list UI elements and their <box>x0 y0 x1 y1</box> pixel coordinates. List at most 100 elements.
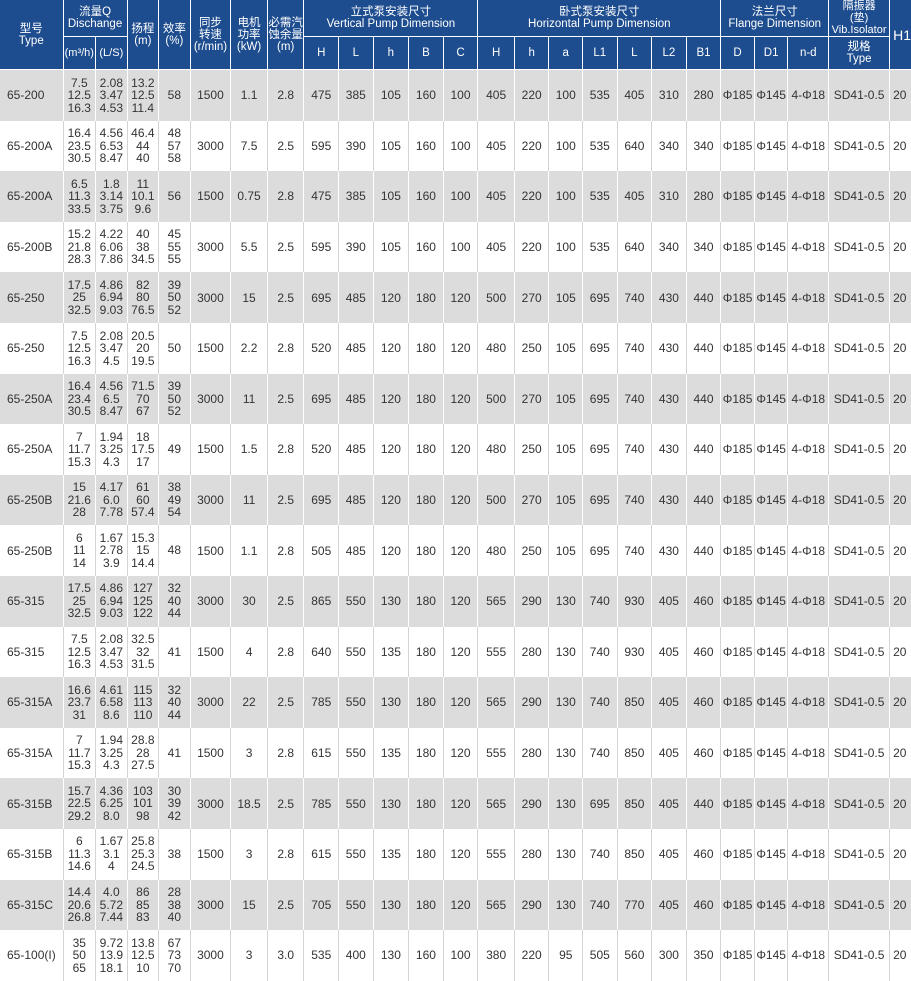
efficiency-cell: 39 50 52 <box>158 373 191 425</box>
flow-m3h-cell: 16.4 23.4 30.5 <box>63 373 97 425</box>
efficiency-cell: 56 <box>158 171 191 222</box>
npsh-cell: 2.8 <box>267 727 305 779</box>
vertical-dim-cell: 120 <box>373 322 410 374</box>
horizontal-dim-cell: 250 <box>514 322 550 374</box>
horizontal-dim-cell: 100 <box>548 69 584 121</box>
horizontal-dim-cell: 280 <box>514 626 550 678</box>
table-row: 65-315B 6 11.3 14.6 1.67 3.1 4 25.8 25.3 24… <box>0 828 911 880</box>
horizontal-dim-cell: 695 <box>582 474 618 526</box>
npsh-cell: 2.8 <box>267 171 305 222</box>
pump-type-cell: 65-200A <box>0 120 64 172</box>
h1-cell: 20 <box>889 575 911 627</box>
vertical-dim-cell: 550 <box>338 626 374 678</box>
pump-spec-table: 型号 Type 流量Q Dischange 扬程 (m) 效率 (%) 同步 转… <box>0 0 911 981</box>
horizontal-dim-cell: 405 <box>617 171 653 222</box>
power-cell: 4 <box>230 626 268 678</box>
horizontal-dim-cell: 695 <box>582 373 618 425</box>
flow-m3h-cell: 7.5 12.5 16.3 <box>63 626 97 678</box>
power-cell: 2.2 <box>230 322 268 374</box>
npsh-cell: 2.8 <box>267 626 305 678</box>
h1-cell: 20 <box>889 626 911 678</box>
table-row: 65-250A 7 11.7 15.3 1.94 3.25 4.3 18 17.5 1… <box>0 424 911 475</box>
table-row: 65-200 7.5 12.5 16.3 2.08 3.47 4.53 13.2 12… <box>0 69 911 121</box>
flow-ls-cell: 4.17 6.0 7.78 <box>95 474 128 526</box>
horizontal-dim-cell: 130 <box>548 626 584 678</box>
flow-ls-cell: 4.36 6.25 8.0 <box>95 778 128 829</box>
speed-cell: 3000 <box>190 272 232 323</box>
flange-dim-cell: Φ185 <box>720 677 755 728</box>
vertical-dim-cell: 120 <box>443 373 479 425</box>
flange-dim-cell: Φ145 <box>754 828 789 880</box>
vertical-dim-cell: 120 <box>443 626 479 678</box>
flow-ls-cell: 4.61 6.58 8.6 <box>95 677 128 728</box>
flange-dim-cell: Φ145 <box>754 120 789 172</box>
horizontal-dim-cell: 105 <box>548 322 584 374</box>
vertical-col-header: C <box>443 36 479 70</box>
horizontal-dim-cell: 405 <box>477 171 515 222</box>
speed-cell: 3000 <box>190 373 232 425</box>
efficiency-cell: 50 <box>158 322 191 374</box>
horizontal-dim-cell: 850 <box>617 677 653 728</box>
vertical-dim-cell: 120 <box>443 474 479 526</box>
speed-cell: 1500 <box>190 828 232 880</box>
head-cell: 15.3 15 14.4 <box>127 525 160 576</box>
horizontal-dim-cell: 220 <box>514 120 550 172</box>
table-row: 65-315A 7 11.7 15.3 1.94 3.25 4.3 28.8 28 2… <box>0 727 911 779</box>
vertical-dim-cell: 120 <box>443 322 479 374</box>
flange-dim-cell: 4-Φ18 <box>787 575 830 627</box>
flow-ls-cell: 2.08 3.47 4.5 <box>95 322 128 374</box>
flange-dim-cell: Φ185 <box>720 322 755 374</box>
vertical-dim-cell: 120 <box>443 272 479 323</box>
flow-ls-cell: 4.56 6.53 8.47 <box>95 120 128 172</box>
flange-dim-cell: Φ185 <box>720 575 755 627</box>
flow-ls-cell: 1.67 2.78 3.9 <box>95 525 128 576</box>
vertical-dim-cell: 550 <box>338 575 374 627</box>
h1-cell: 20 <box>889 474 911 526</box>
pump-type-cell: 65-315 <box>0 575 64 627</box>
horizontal-dim-cell: 105 <box>548 272 584 323</box>
horizontal-dim-cell: 930 <box>617 626 653 678</box>
h1-cell: 20 <box>889 828 911 880</box>
power-cell: 5.5 <box>230 221 268 273</box>
pump-type-cell: 65-250B <box>0 525 64 576</box>
pump-type-cell: 65-200A <box>0 171 64 222</box>
horizontal-dim-cell: 350 <box>686 930 722 981</box>
horizontal-dim-cell: 220 <box>514 930 550 981</box>
horizontal-dim-cell: 500 <box>477 272 515 323</box>
flange-dim-cell: Φ145 <box>754 424 789 475</box>
flange-dim-cell: Φ185 <box>720 474 755 526</box>
isolator-type-cell: SD41-0.5 <box>828 828 891 880</box>
horizontal-col-header: B1 <box>686 36 722 70</box>
vertical-dim-cell: 160 <box>408 120 444 172</box>
vertical-dim-cell: 180 <box>408 272 444 323</box>
pump-type-cell: 65-315 <box>0 626 64 678</box>
horizontal-dim-cell: 535 <box>582 171 618 222</box>
col-npsh-header: 必需汽 蚀余量 (m) <box>267 0 305 70</box>
table-row: 65-250 7.5 12.5 16.3 2.08 3.47 4.5 20.5 20 … <box>0 322 911 374</box>
vertical-dim-cell: 615 <box>303 727 340 779</box>
horizontal-dim-cell: 480 <box>477 424 515 475</box>
horizontal-dim-cell: 555 <box>477 828 515 880</box>
h1-cell: 20 <box>889 171 911 222</box>
horizontal-dim-cell: 405 <box>651 727 687 779</box>
flow-m3h-cell: 7.5 12.5 16.3 <box>63 322 97 374</box>
isolator-header: 隔振器 (垫) Vib.Isolator <box>828 0 891 37</box>
horizontal-dim-cell: 270 <box>514 373 550 425</box>
flow-unit-m3h: (m³/h) <box>63 36 97 70</box>
vertical-dim-cell: 120 <box>443 575 479 627</box>
vertical-dim-cell: 180 <box>408 879 444 931</box>
head-cell: 103 101 98 <box>127 778 160 829</box>
flange-dim-cell: 4-Φ18 <box>787 373 830 425</box>
flow-ls-cell: 4.86 6.94 9.03 <box>95 272 128 323</box>
flange-col-header: n-d <box>787 36 830 70</box>
horizontal-dim-cell: 930 <box>617 575 653 627</box>
vertical-dim-cell: 120 <box>373 424 410 475</box>
vertical-dim-cell: 520 <box>303 424 340 475</box>
pump-type-cell: 65-315B <box>0 778 64 829</box>
vertical-dim-cell: 180 <box>408 322 444 374</box>
flow-m3h-cell: 16.6 23.7 31 <box>63 677 97 728</box>
vertical-dim-cell: 695 <box>303 373 340 425</box>
horizontal-dim-cell: 105 <box>548 525 584 576</box>
vertical-dim-cell: 100 <box>443 930 479 981</box>
vertical-dim-cell: 120 <box>443 727 479 779</box>
